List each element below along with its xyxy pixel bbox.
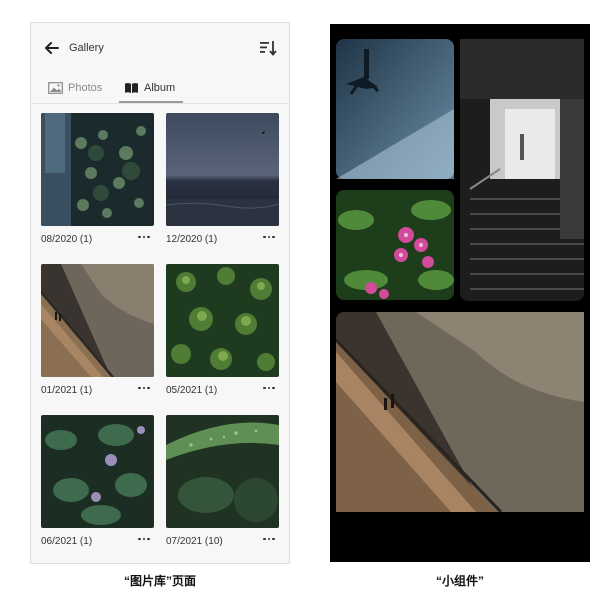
sort-icon[interactable] (257, 37, 279, 59)
page-title: Gallery (69, 42, 104, 54)
album-caption: 06/2021 (1) (41, 536, 93, 547)
more-options-icon[interactable] (261, 531, 277, 547)
widget-tile-river-walk[interactable] (336, 312, 584, 512)
more-options-icon[interactable] (136, 531, 152, 547)
photo-widget (330, 24, 590, 562)
album-thumbnail-dark-plants[interactable] (41, 113, 154, 226)
album-thumbnail-stormy-sea[interactable] (166, 113, 279, 226)
album-card[interactable]: 01/2021 (1) (41, 264, 154, 404)
tab-bar: Photos Album (31, 73, 289, 104)
album-caption: 07/2021 (10) (166, 536, 223, 547)
album-thumbnail-water-drop-leaf[interactable] (166, 415, 279, 528)
album-thumbnail-green-leaves[interactable] (166, 264, 279, 377)
album-card[interactable]: 08/2020 (1) (41, 113, 154, 253)
photo-icon (48, 82, 63, 94)
tab-photos-label: Photos (68, 82, 103, 94)
album-caption: 05/2021 (1) (166, 385, 218, 396)
album-caption: 08/2020 (1) (41, 234, 93, 245)
gallery-screen: Gallery Photos Album 08/2020 (1) 12/2020… (30, 22, 290, 564)
more-options-icon[interactable] (136, 229, 152, 245)
back-arrow-icon[interactable] (41, 37, 63, 59)
album-card[interactable]: 12/2020 (1) (166, 113, 279, 253)
album-thumbnail-purple-flowers[interactable] (41, 415, 154, 528)
widget-tile-pink-flowers[interactable] (336, 190, 454, 300)
active-tab-indicator (119, 101, 183, 103)
album-card[interactable]: 07/2021 (10) (166, 415, 279, 555)
more-options-icon[interactable] (261, 229, 277, 245)
album-card[interactable]: 05/2021 (1) (166, 264, 279, 404)
gallery-page-caption: “图片库”页面 (123, 574, 196, 588)
album-card[interactable]: 06/2021 (1) (41, 415, 154, 555)
widget-tile-street-walker[interactable] (336, 39, 454, 179)
album-caption: 01/2021 (1) (41, 385, 93, 396)
top-app-bar: Gallery (31, 23, 289, 73)
album-book-icon (125, 83, 138, 93)
widget-caption: “小组件” (435, 574, 484, 588)
widget-tile-subway-stairs[interactable] (460, 39, 584, 301)
tab-album-label: Album (144, 82, 176, 94)
more-options-icon[interactable] (136, 380, 152, 396)
more-options-icon[interactable] (261, 380, 277, 396)
tab-photos[interactable]: Photos (48, 73, 102, 103)
album-caption: 12/2020 (1) (166, 234, 218, 245)
tab-album[interactable]: Album (124, 73, 175, 103)
album-thumbnail-river-walk[interactable] (41, 264, 154, 377)
